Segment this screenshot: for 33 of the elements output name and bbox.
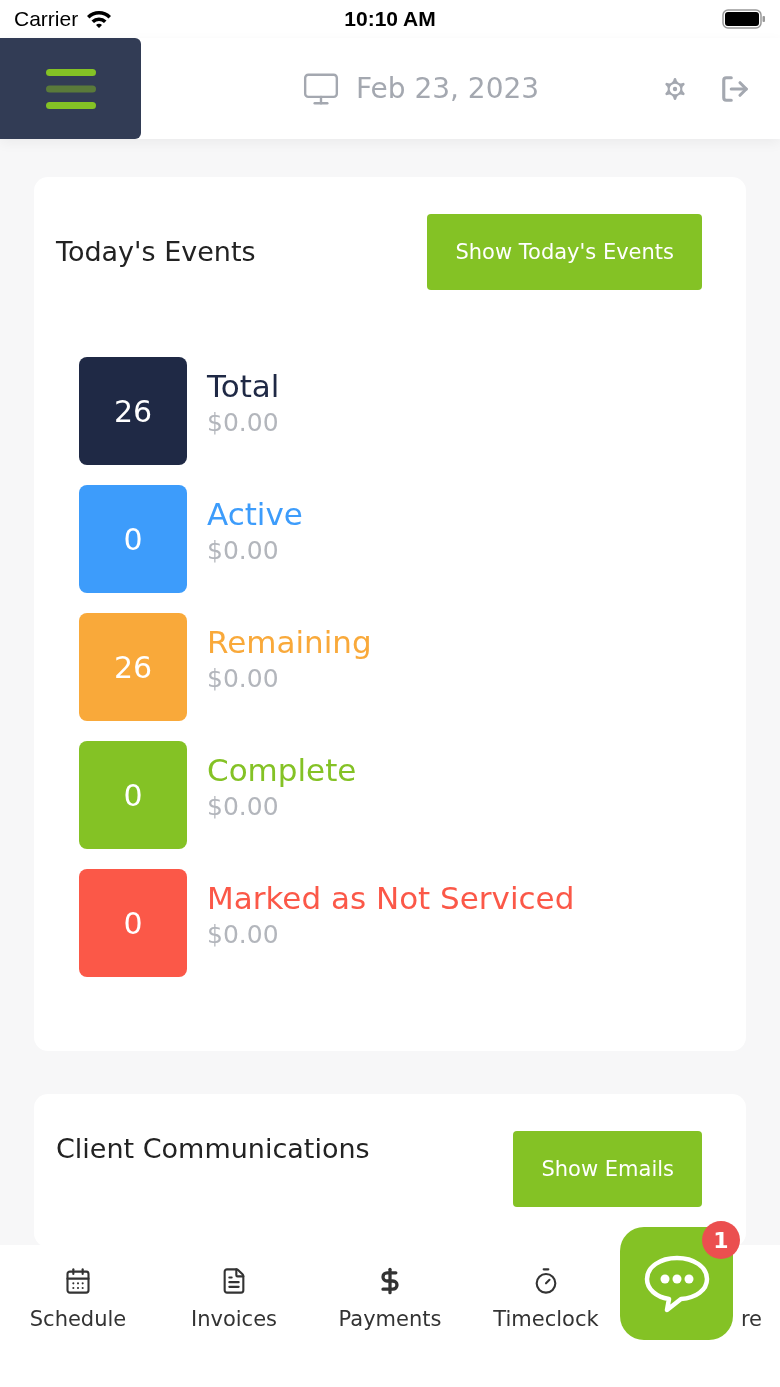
- chat-button[interactable]: [620, 1227, 733, 1340]
- wifi-icon: [86, 9, 113, 29]
- count-tile: 26: [79, 613, 187, 721]
- stat-label: Marked as Not Serviced: [207, 879, 575, 916]
- stat-label: Remaining: [207, 623, 372, 660]
- tab-bar-item[interactable]: Invoices: [156, 1265, 312, 1331]
- carrier-name: Carrier: [14, 7, 79, 31]
- tab-bar-item[interactable]: Timeclock: [468, 1265, 624, 1331]
- logout-button[interactable]: [720, 73, 750, 104]
- tab-bar-item[interactable]: re: [740, 1265, 762, 1331]
- stat-amount: $0.00: [207, 919, 280, 949]
- tab-bar-item[interactable]: Schedule: [0, 1265, 156, 1331]
- count-tile: 0: [79, 485, 187, 593]
- stat-amount: $0.00: [207, 663, 280, 693]
- battery-icon: [722, 9, 766, 29]
- tab-bar-item[interactable]: Payments: [312, 1265, 468, 1331]
- calendar-icon: [64, 1267, 92, 1295]
- stat-amount: $0.00: [207, 407, 280, 437]
- count-tile: 0: [79, 869, 187, 977]
- card-title: Today's Events: [56, 236, 256, 267]
- card-title: Client Communications: [56, 1133, 370, 1164]
- menu-button[interactable]: [0, 38, 141, 139]
- clock-time: 10:10 AM: [344, 7, 436, 31]
- current-date: Feb 23, 2023: [355, 72, 540, 105]
- stat-label: Complete: [207, 751, 357, 788]
- stat-label: Active: [207, 495, 303, 532]
- count-tile: 26: [79, 357, 187, 465]
- stat-amount: $0.00: [207, 535, 280, 565]
- stat-amount: $0.00: [207, 791, 280, 821]
- menu-icon: [45, 67, 96, 110]
- chat-bubble-icon: [643, 1254, 710, 1313]
- count-tile: 0: [79, 741, 187, 849]
- stat-label: Total: [207, 367, 280, 404]
